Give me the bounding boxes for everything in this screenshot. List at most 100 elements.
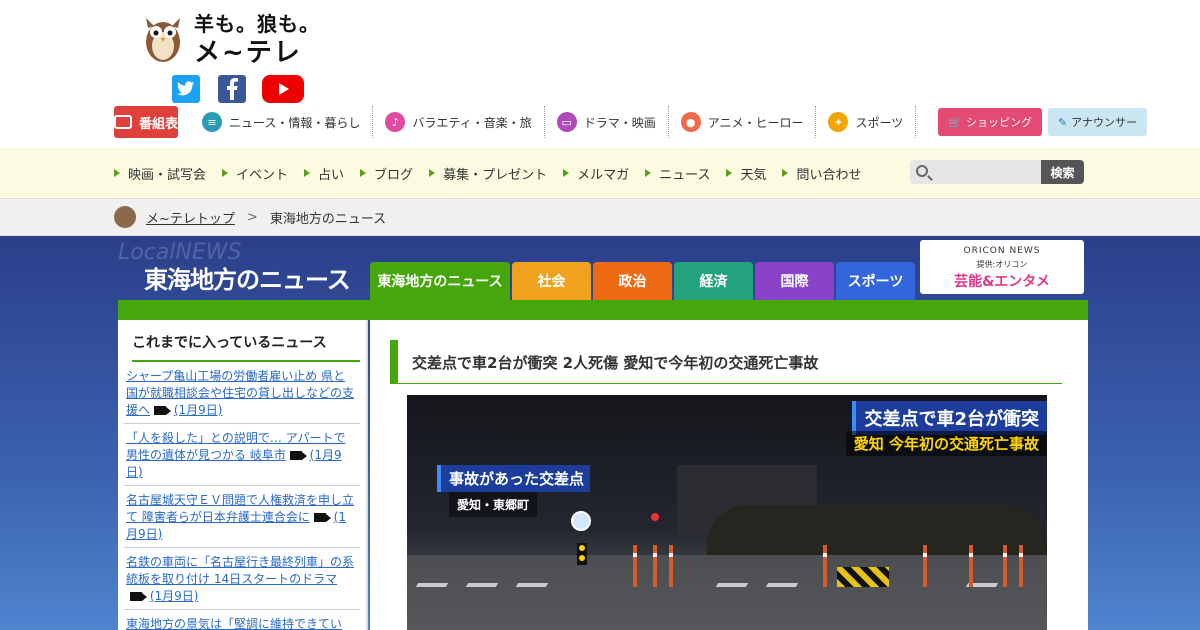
subnav-label: ニュース — [659, 167, 711, 183]
subnav-label: ブログ — [374, 167, 414, 183]
subnav-item-blog[interactable]: ブログ — [360, 164, 413, 183]
global-nav: 番組表 ≡ ニュース・情報・暮らし ♪ バラエティ・音楽・旅 ▭ ドラマ・映画 … — [114, 106, 1147, 138]
nav-news[interactable]: ≡ ニュース・情報・暮らし — [190, 106, 374, 138]
facebook-icon[interactable] — [218, 75, 246, 103]
triangle-icon — [429, 169, 436, 177]
traffic-pole — [923, 545, 927, 587]
sports-icon: ✦ — [828, 112, 849, 132]
article: 交差点で車2台が衝突 2人死傷 愛知で今年初の交通死亡事故 交差点で車2台が衝突… — [370, 320, 1088, 630]
subnav-label: 占い — [318, 167, 345, 183]
video-caption-location: 事故があった交差点 愛知・東郷町 — [437, 465, 591, 517]
striped-barrier — [837, 567, 889, 587]
triangle-icon — [222, 169, 229, 177]
video-camera-icon — [313, 513, 331, 522]
site-header: 羊も。狼も。 メ~テレ 番組表 ≡ ニュース・情報・暮らし ♪ バラエティ・音楽… — [0, 0, 1200, 148]
list-item[interactable]: 「人を殺した」との説明で… アパートで男性の遺体が見つかる 岐阜市 (1月9日) — [124, 424, 360, 486]
nav-anime[interactable]: ● アニメ・ヒーロー — [669, 106, 817, 138]
search-button[interactable]: 検索 — [1041, 160, 1084, 184]
subnav-item-news[interactable]: ニュース — [645, 164, 710, 183]
section-title: 東海地方のニュース — [144, 266, 351, 294]
news-link[interactable]: 東海地方の景気は「堅調に維持できている」 中部経済4団体が年頭会見 名古屋・ — [126, 617, 345, 630]
list-item[interactable]: 名鉄の車両に「名古屋行き最終列車」の系統板を取り付け 14日スタートのドラマ (… — [124, 548, 360, 610]
nav-shopping[interactable]: 🛒 ショッピング — [938, 108, 1042, 136]
oricon-logo-text: ORICON NEWS — [963, 246, 1041, 256]
news-section: LocalNEWS 東海地方のニュース 東海地方のニュース 社会 政治 経済 国… — [0, 236, 1200, 630]
subnav-item-event[interactable]: イベント — [222, 164, 288, 183]
triangle-icon — [114, 169, 120, 177]
sub-nav-list: 映画・試写会 イベント 占い ブログ 募集・プレゼント メルマガ ニュース 天気… — [114, 148, 877, 198]
caption-headline: 交差点で車2台が衝突 — [852, 401, 1047, 435]
triangle-icon — [645, 169, 652, 177]
tab-sports[interactable]: スポーツ — [836, 262, 915, 300]
stop-sign-icon — [651, 513, 659, 521]
subnav-item-fortune[interactable]: 占い — [304, 164, 344, 183]
road-marking — [415, 583, 449, 587]
twitter-icon[interactable] — [172, 75, 200, 103]
sub-nav: 映画・試写会 イベント 占い ブログ 募集・プレゼント メルマガ ニュース 天気… — [0, 148, 1200, 198]
tab-international[interactable]: 国際 — [755, 262, 834, 300]
site-logo[interactable]: 羊も。狼も。 メ~テレ — [140, 12, 330, 72]
news-date: (1月9日) — [149, 589, 199, 603]
subnav-label: 問い合わせ — [796, 167, 862, 183]
subnav-label: 募集・プレゼント — [443, 167, 548, 183]
nav-label: ニュース・情報・暮らし — [229, 115, 361, 130]
tab-tokai-news[interactable]: 東海地方のニュース — [370, 262, 510, 300]
breadcrumb-home-link[interactable]: メ~テレトップ — [146, 208, 235, 227]
nav-program-guide[interactable]: 番組表 — [114, 106, 179, 138]
nav-drama[interactable]: ▭ ドラマ・映画 — [545, 106, 669, 138]
nav-label: ショッピング — [965, 116, 1032, 129]
list-item[interactable]: 東海地方の景気は「堅調に維持できている」 中部経済4団体が年頭会見 名古屋・ — [124, 610, 360, 630]
search-box: 検索 — [910, 160, 1084, 186]
subnav-item-present[interactable]: 募集・プレゼント — [429, 164, 547, 183]
triangle-icon — [304, 169, 311, 177]
video-player[interactable]: 交差点で車2台が衝突 愛知 今年初の交通死亡事故 事故があった交差点 愛知・東郷… — [407, 395, 1047, 630]
nav-sports[interactable]: ✦ スポーツ — [816, 106, 917, 138]
traffic-light-icon — [577, 543, 587, 565]
breadcrumb: メ~テレトップ > 東海地方のニュース — [0, 198, 1200, 236]
list-item[interactable]: 名古屋城天守ＥＶ問題で人権救済を申し立て 障害者らが日本弁護士連合会に (1月9… — [124, 486, 360, 548]
oricon-provider: 提供:オリコン — [976, 260, 1028, 269]
news-date: (1月9日) — [173, 403, 223, 417]
caption-location-title: 事故があった交差点 — [437, 465, 591, 492]
nav-label: アニメ・ヒーロー — [707, 115, 804, 130]
traffic-pole — [1019, 545, 1023, 587]
nav-label: 番組表 — [139, 116, 179, 132]
list-item[interactable]: シャープ亀山工場の労働者雇い止め 県と国が就職相談会や住宅の貸し出しなどの支援へ… — [124, 362, 360, 424]
tab-politics[interactable]: 政治 — [593, 262, 672, 300]
youtube-icon[interactable] — [262, 75, 304, 103]
traffic-pole — [653, 545, 657, 587]
subnav-label: 天気 — [740, 167, 767, 183]
subnav-item-movie[interactable]: 映画・試写会 — [114, 164, 206, 183]
traffic-pole — [633, 545, 637, 587]
mic-icon: ✎ — [1057, 115, 1068, 129]
video-camera-icon — [154, 406, 172, 415]
nav-variety[interactable]: ♪ バラエティ・音楽・旅 — [373, 106, 545, 138]
search-input[interactable] — [910, 160, 1041, 184]
triangle-icon — [563, 169, 570, 177]
subnav-label: メルマガ — [577, 167, 630, 183]
film-icon: ▭ — [556, 112, 577, 132]
tab-underline-bar — [118, 300, 1088, 320]
tab-economy[interactable]: 経済 — [674, 262, 753, 300]
oricon-entertainment: 芸能&エンタメ — [954, 274, 1050, 290]
nav-announcer[interactable]: ✎ アナウンサー — [1047, 108, 1147, 136]
subnav-item-weather[interactable]: 天気 — [726, 164, 766, 183]
tab-society[interactable]: 社会 — [512, 262, 591, 300]
news-link[interactable]: 名鉄の車両に「名古屋行き最終列車」の系統板を取り付け 14日スタートのドラマ — [126, 555, 354, 586]
anime-icon: ● — [680, 112, 701, 132]
breadcrumb-separator: > — [246, 209, 258, 225]
cart-icon: 🛒 — [948, 115, 962, 129]
article-title: 交差点で車2台が衝突 2人死傷 愛知で今年初の交通死亡事故 — [390, 340, 1062, 384]
caption-location-name: 愛知・東郷町 — [449, 492, 538, 517]
subnav-label: イベント — [236, 167, 289, 183]
traffic-pole — [969, 545, 973, 587]
subnav-item-contact[interactable]: 問い合わせ — [782, 164, 861, 183]
subnav-item-mailmag[interactable]: メルマガ — [563, 164, 629, 183]
triangle-icon — [782, 169, 789, 177]
video-road — [407, 555, 1047, 630]
video-camera-icon — [289, 451, 307, 460]
oricon-news-banner[interactable]: ORICON NEWS 提供:オリコン 芸能&エンタメ — [920, 240, 1084, 294]
traffic-pole — [823, 545, 827, 587]
recent-news-list: シャープ亀山工場の労働者雇い止め 県と国が就職相談会や住宅の貸し出しなどの支援へ… — [124, 362, 360, 630]
traffic-pole — [1003, 545, 1007, 587]
